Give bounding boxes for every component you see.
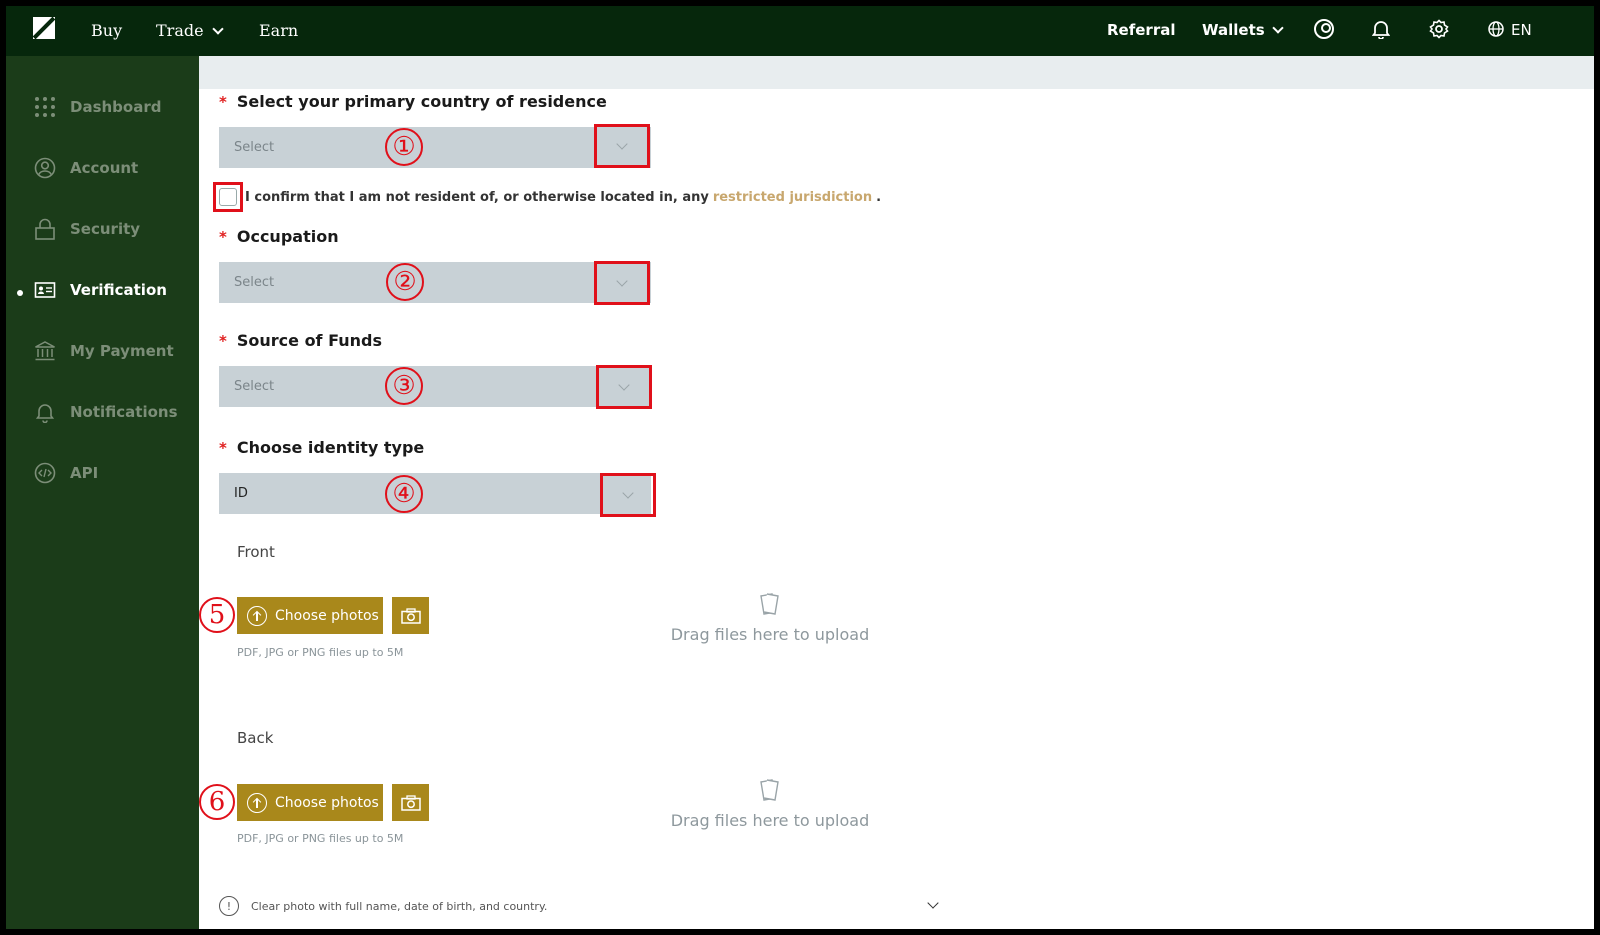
active-indicator bbox=[17, 290, 23, 296]
back-choose-photos-button[interactable]: Choose photos bbox=[237, 784, 383, 821]
annotation-2: ② bbox=[386, 263, 424, 301]
funds-label: * Source of Funds bbox=[219, 331, 382, 350]
funds-dropdown-toggle[interactable] bbox=[596, 365, 652, 409]
back-camera-button[interactable] bbox=[392, 784, 429, 821]
language-selector[interactable]: EN bbox=[1511, 21, 1532, 39]
camera-icon bbox=[400, 607, 421, 624]
back-label: Back bbox=[237, 729, 274, 747]
front-choose-photos-button[interactable]: Choose photos bbox=[237, 597, 383, 634]
logo[interactable] bbox=[32, 16, 56, 40]
user-icon[interactable] bbox=[1314, 19, 1334, 39]
nav-earn[interactable]: Earn bbox=[259, 21, 298, 40]
lock-icon bbox=[35, 218, 55, 240]
nav-buy[interactable]: Buy bbox=[91, 21, 122, 40]
info-icon: ! bbox=[219, 896, 239, 916]
sidebar-item-label: Notifications bbox=[70, 403, 178, 421]
required-star-icon: * bbox=[219, 438, 227, 457]
main-content: * Select your primary country of residen… bbox=[199, 56, 1594, 929]
nav-referral[interactable]: Referral bbox=[1107, 21, 1175, 39]
front-file-hint: PDF, JPG or PNG files up to 5M bbox=[237, 646, 404, 659]
chevron-down-icon bbox=[1272, 22, 1284, 34]
annotation-5: 5 bbox=[199, 597, 235, 633]
nav-trade[interactable]: Trade bbox=[156, 21, 224, 40]
front-camera-button[interactable] bbox=[392, 597, 429, 634]
occupation-dropdown-toggle[interactable] bbox=[594, 261, 650, 305]
sidebar-item-api[interactable]: API bbox=[34, 460, 98, 486]
front-drop-zone[interactable]: Drag files here to upload bbox=[669, 625, 871, 644]
confirm-row: I confirm that I am not resident of, or … bbox=[213, 182, 881, 212]
identity-select[interactable]: ID bbox=[219, 473, 651, 514]
chevron-down-icon bbox=[616, 275, 628, 287]
sidebar-item-label: Dashboard bbox=[70, 98, 162, 116]
sidebar-item-label: Security bbox=[70, 220, 141, 238]
occupation-select[interactable]: Select bbox=[219, 262, 651, 303]
country-select-value: Select bbox=[234, 140, 275, 155]
files-icon bbox=[760, 779, 779, 801]
sidebar-item-label: My Payment bbox=[70, 342, 174, 360]
restricted-jurisdiction-link[interactable]: restricted jurisdiction bbox=[713, 190, 872, 205]
occupation-select-value: Select bbox=[234, 275, 275, 290]
sidebar-item-security[interactable]: Security bbox=[34, 216, 140, 242]
grid-icon bbox=[35, 97, 55, 117]
bank-icon bbox=[35, 341, 55, 361]
sidebar-item-label: API bbox=[70, 464, 99, 482]
confirm-text: I confirm that I am not resident of, or … bbox=[245, 189, 709, 205]
back-file-hint: PDF, JPG or PNG files up to 5M bbox=[237, 832, 404, 845]
gear-icon[interactable] bbox=[1429, 19, 1449, 39]
back-drop-zone[interactable]: Drag files here to upload bbox=[669, 811, 871, 830]
funds-select[interactable]: Select bbox=[219, 366, 651, 407]
required-star-icon: * bbox=[219, 92, 227, 111]
annotation-3: ③ bbox=[385, 367, 423, 405]
sidebar-item-verification[interactable]: Verification bbox=[34, 277, 167, 303]
nav-wallets[interactable]: Wallets bbox=[1202, 21, 1284, 39]
photo-requirements-text: Clear photo with full name, date of birt… bbox=[251, 899, 548, 913]
sidebar-item-label: Account bbox=[70, 159, 139, 177]
camera-icon bbox=[400, 794, 421, 811]
country-label: * Select your primary country of residen… bbox=[219, 92, 607, 111]
photo-requirements[interactable]: ! Clear photo with full name, date of bi… bbox=[219, 896, 547, 916]
annotation-4: ④ bbox=[385, 475, 423, 513]
user-icon bbox=[34, 157, 56, 179]
app-frame: Buy Trade Earn Referral Wallets EN Dashb… bbox=[0, 0, 1600, 935]
chevron-down-icon bbox=[211, 22, 224, 35]
sidebar-item-my-payment[interactable]: My Payment bbox=[34, 338, 174, 364]
country-dropdown-toggle[interactable] bbox=[594, 124, 650, 168]
sidebar-item-account[interactable]: Account bbox=[34, 155, 138, 181]
upload-icon bbox=[247, 792, 267, 813]
chevron-down-icon bbox=[616, 138, 628, 150]
annotation-6: 6 bbox=[199, 784, 235, 820]
globe-icon[interactable] bbox=[1488, 21, 1504, 37]
sidebar: Dashboard Account Security Verification … bbox=[6, 56, 199, 929]
chevron-down-icon bbox=[618, 379, 630, 391]
files-icon bbox=[760, 593, 779, 615]
sidebar-item-dashboard[interactable]: Dashboard bbox=[34, 94, 161, 120]
code-icon bbox=[34, 462, 56, 484]
identity-select-value: ID bbox=[234, 486, 248, 501]
occupation-label: * Occupation bbox=[219, 227, 339, 246]
chevron-down-icon[interactable] bbox=[927, 897, 939, 909]
identity-label: * Choose identity type bbox=[219, 438, 425, 457]
identity-dropdown-toggle[interactable] bbox=[600, 473, 656, 517]
confirm-period: . bbox=[876, 189, 882, 205]
chevron-down-icon bbox=[622, 487, 634, 499]
required-star-icon: * bbox=[219, 331, 227, 350]
bell-icon bbox=[35, 404, 55, 423]
upload-icon bbox=[247, 605, 267, 626]
annotation-1: ① bbox=[385, 128, 423, 166]
required-star-icon: * bbox=[219, 227, 227, 246]
sidebar-item-notifications[interactable]: Notifications bbox=[34, 399, 178, 425]
bell-icon[interactable] bbox=[1372, 19, 1390, 39]
country-select[interactable]: Select bbox=[219, 127, 651, 168]
header-band bbox=[199, 56, 1594, 89]
top-nav: Buy Trade Earn Referral Wallets EN bbox=[6, 6, 1594, 56]
front-label: Front bbox=[237, 543, 275, 561]
id-card-icon bbox=[34, 282, 56, 298]
checkbox-highlight bbox=[213, 182, 243, 212]
funds-select-value: Select bbox=[234, 379, 275, 394]
sidebar-item-label: Verification bbox=[70, 281, 167, 299]
confirm-checkbox[interactable] bbox=[219, 188, 237, 206]
